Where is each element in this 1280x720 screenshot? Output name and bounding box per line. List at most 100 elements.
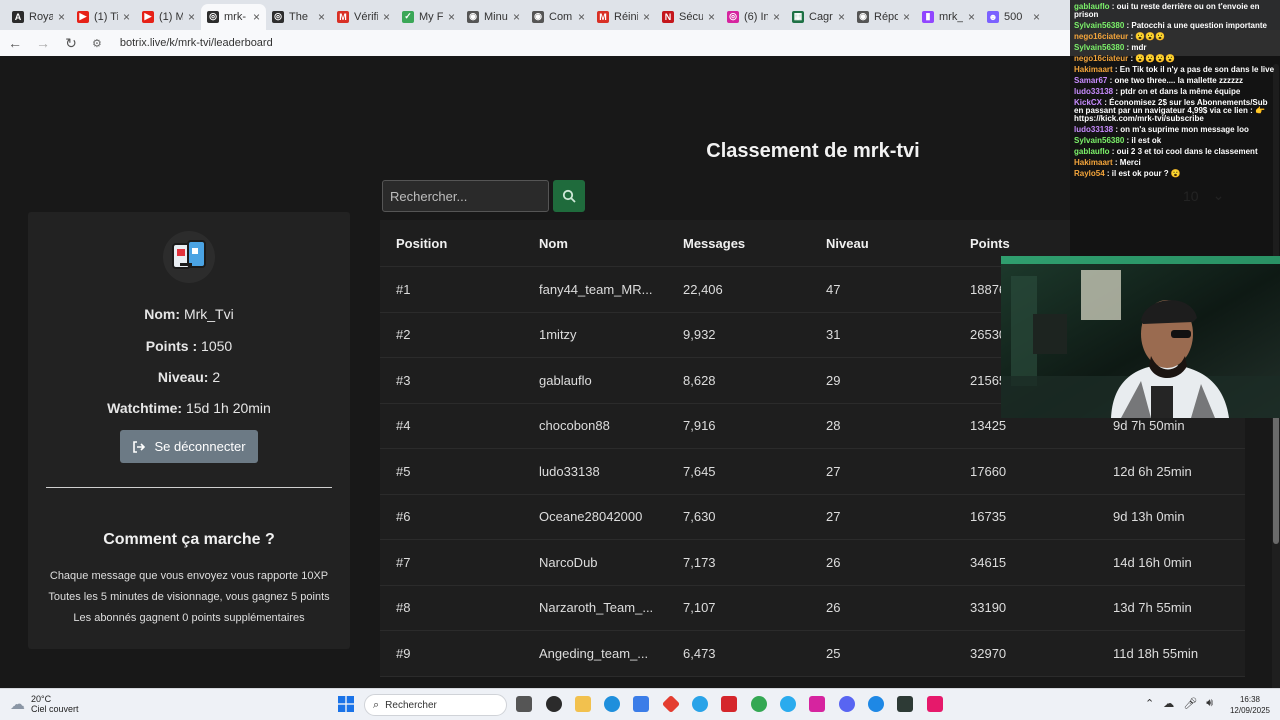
windows-start-icon[interactable] xyxy=(338,696,354,712)
browser-tab[interactable]: ▶ (1) Ti × xyxy=(71,4,136,30)
profile-name: Nom: Mrk_Tvi xyxy=(144,306,234,322)
chevron-up-icon[interactable]: ⌃ xyxy=(1145,697,1154,710)
close-icon[interactable]: × xyxy=(253,10,260,24)
chat-separator: : xyxy=(1112,65,1120,74)
column-header[interactable]: Nom xyxy=(539,236,568,251)
discord-icon[interactable] xyxy=(839,696,855,712)
app-shield-icon[interactable] xyxy=(721,696,737,712)
site-settings-icon[interactable]: ⚙ xyxy=(92,37,102,50)
close-icon[interactable]: × xyxy=(903,10,910,24)
address-bar[interactable]: botrix.live/k/mrk-tvi/leaderboard xyxy=(120,37,273,49)
close-icon[interactable]: × xyxy=(968,10,975,24)
weather-widget[interactable]: ☁ 20°C Ciel couvert xyxy=(10,694,79,714)
chat-username[interactable]: Sylvain56380 xyxy=(1074,43,1124,52)
close-icon[interactable]: × xyxy=(578,10,585,24)
telegram-icon[interactable] xyxy=(780,696,796,712)
app-diamond-icon[interactable] xyxy=(661,694,681,714)
obs-icon[interactable] xyxy=(546,696,562,712)
instagram-icon[interactable] xyxy=(809,696,825,712)
browser-tab[interactable]: M Réini × xyxy=(591,4,656,30)
column-header[interactable]: Points xyxy=(970,236,1010,251)
search-button[interactable] xyxy=(553,180,585,212)
browser-tab[interactable]: N Sécu × xyxy=(656,4,721,30)
chat-username[interactable]: Hakimaart xyxy=(1074,158,1113,167)
logout-icon xyxy=(133,440,146,453)
logout-button[interactable]: Se déconnecter xyxy=(120,430,258,463)
edge-icon[interactable] xyxy=(604,696,620,712)
close-icon[interactable]: × xyxy=(383,10,390,24)
close-icon[interactable]: × xyxy=(1033,10,1040,24)
browser-tab[interactable]: ◉ Répo × xyxy=(851,4,916,30)
forward-arrow-icon[interactable]: → xyxy=(36,35,50,51)
close-icon[interactable]: × xyxy=(708,10,715,24)
browser-tab[interactable]: ◎ mrk- × xyxy=(201,3,266,30)
chat-username[interactable]: Sylvain56380 xyxy=(1074,21,1124,30)
chat-username[interactable]: ludo33138 xyxy=(1074,87,1113,96)
browser-tab[interactable]: ◉ Minu × xyxy=(461,4,526,30)
terminal-icon[interactable] xyxy=(897,696,913,712)
store-icon[interactable] xyxy=(633,696,649,712)
table-row[interactable]: #5 ludo33138 7,645 27 17660 12d 6h 25min xyxy=(380,449,1245,495)
table-row[interactable]: #7 NarcoDub 7,173 26 34615 14d 16h 0min xyxy=(380,540,1245,586)
column-header[interactable]: Niveau xyxy=(826,236,869,251)
close-icon[interactable]: × xyxy=(773,10,780,24)
browser-tab[interactable]: ▶ (1) M × xyxy=(136,4,201,30)
chat-username[interactable]: Samar67 xyxy=(1074,76,1107,85)
browser-tab[interactable]: ◎ (6) In × xyxy=(721,4,786,30)
speaker-icon[interactable]: 🔊︎ xyxy=(1206,697,1213,710)
browser-tab[interactable]: ▦ Cagr × xyxy=(786,4,851,30)
tab-label: Répo xyxy=(874,10,898,23)
browser-tab[interactable]: ◎ The × xyxy=(266,4,331,30)
browser-tab[interactable]: ◉ Com × xyxy=(526,4,591,30)
close-icon[interactable]: × xyxy=(513,10,520,24)
app-blue-icon[interactable] xyxy=(692,696,708,712)
chat-username[interactable]: nego16ciateur xyxy=(1074,32,1128,41)
reload-icon[interactable]: ↻ xyxy=(64,35,78,52)
table-cell: ludo33138 xyxy=(539,463,600,479)
chat-username[interactable]: nego16ciateur xyxy=(1074,54,1128,63)
tiktok-icon[interactable] xyxy=(927,696,943,712)
cloud-sync-icon[interactable]: ☁ xyxy=(1163,697,1174,710)
chat-username[interactable]: ludo33138 xyxy=(1074,125,1113,134)
close-icon[interactable]: × xyxy=(318,10,325,24)
tab-favicon-icon: ▦ xyxy=(792,10,804,23)
how-it-works-line: Les abonnés gagnent 0 points supplémenta… xyxy=(73,612,305,624)
file-explorer-icon[interactable] xyxy=(575,696,591,712)
mic-icon[interactable]: 🎤︎ xyxy=(1183,697,1197,710)
chrome-icon[interactable] xyxy=(751,696,767,712)
browser-tab[interactable]: ☻ 500 × xyxy=(981,4,1046,30)
close-icon[interactable]: × xyxy=(188,10,195,24)
column-header[interactable]: Messages xyxy=(683,236,745,251)
close-icon[interactable]: × xyxy=(643,10,650,24)
table-cell: NarcoDub xyxy=(539,554,598,570)
temperature: 20°C xyxy=(31,694,52,704)
table-row[interactable]: #9 Angeding_team_... 6,473 25 32970 11d 18h 5… xyxy=(380,631,1245,677)
search-input[interactable] xyxy=(382,180,549,212)
chat-text: il est ok xyxy=(1131,136,1162,145)
chat-username[interactable]: gablauflo xyxy=(1074,147,1110,156)
close-icon[interactable]: × xyxy=(448,10,455,24)
table-row[interactable]: #6 Oceane28042000 7,630 27 16735 9d 13h 0min xyxy=(380,495,1245,540)
close-icon[interactable]: × xyxy=(838,10,845,24)
browser-tab[interactable]: ✓ My F × xyxy=(396,4,461,30)
chat-username[interactable]: Hakimaart xyxy=(1074,65,1113,74)
chat-username[interactable]: Sylvain56380 xyxy=(1074,136,1124,145)
system-clock[interactable]: 16:38 12/09/2025 xyxy=(1226,694,1274,716)
close-icon[interactable]: × xyxy=(123,10,130,24)
chat-message: Samar67 : one two three.... la mallette … xyxy=(1072,74,1278,85)
browser-tab[interactable]: A Roya × xyxy=(6,4,71,30)
table-row[interactable]: #8 Narzaroth_Team_... 7,107 26 33190 13d 7h 5… xyxy=(380,586,1245,631)
chat-username[interactable]: Raylo54 xyxy=(1074,169,1105,178)
task-view-icon[interactable] xyxy=(516,696,532,712)
browser-tab[interactable]: ▮ mrk_ × xyxy=(916,4,981,30)
back-arrow-icon[interactable]: ← xyxy=(8,35,22,51)
app-feather-icon[interactable] xyxy=(868,696,884,712)
tab-favicon-icon: ◎ xyxy=(272,10,284,23)
taskbar-search[interactable]: ⌕ Rechercher xyxy=(364,694,507,716)
browser-tab[interactable]: M Vérifi × xyxy=(331,4,396,30)
close-icon[interactable]: × xyxy=(58,10,65,24)
table-cell: 11d 18h 55min xyxy=(1113,645,1199,661)
how-it-works-line: Toutes les 5 minutes de visionnage, vous… xyxy=(48,591,330,603)
column-header[interactable]: Position xyxy=(396,236,447,251)
webcam-image xyxy=(1001,256,1280,418)
